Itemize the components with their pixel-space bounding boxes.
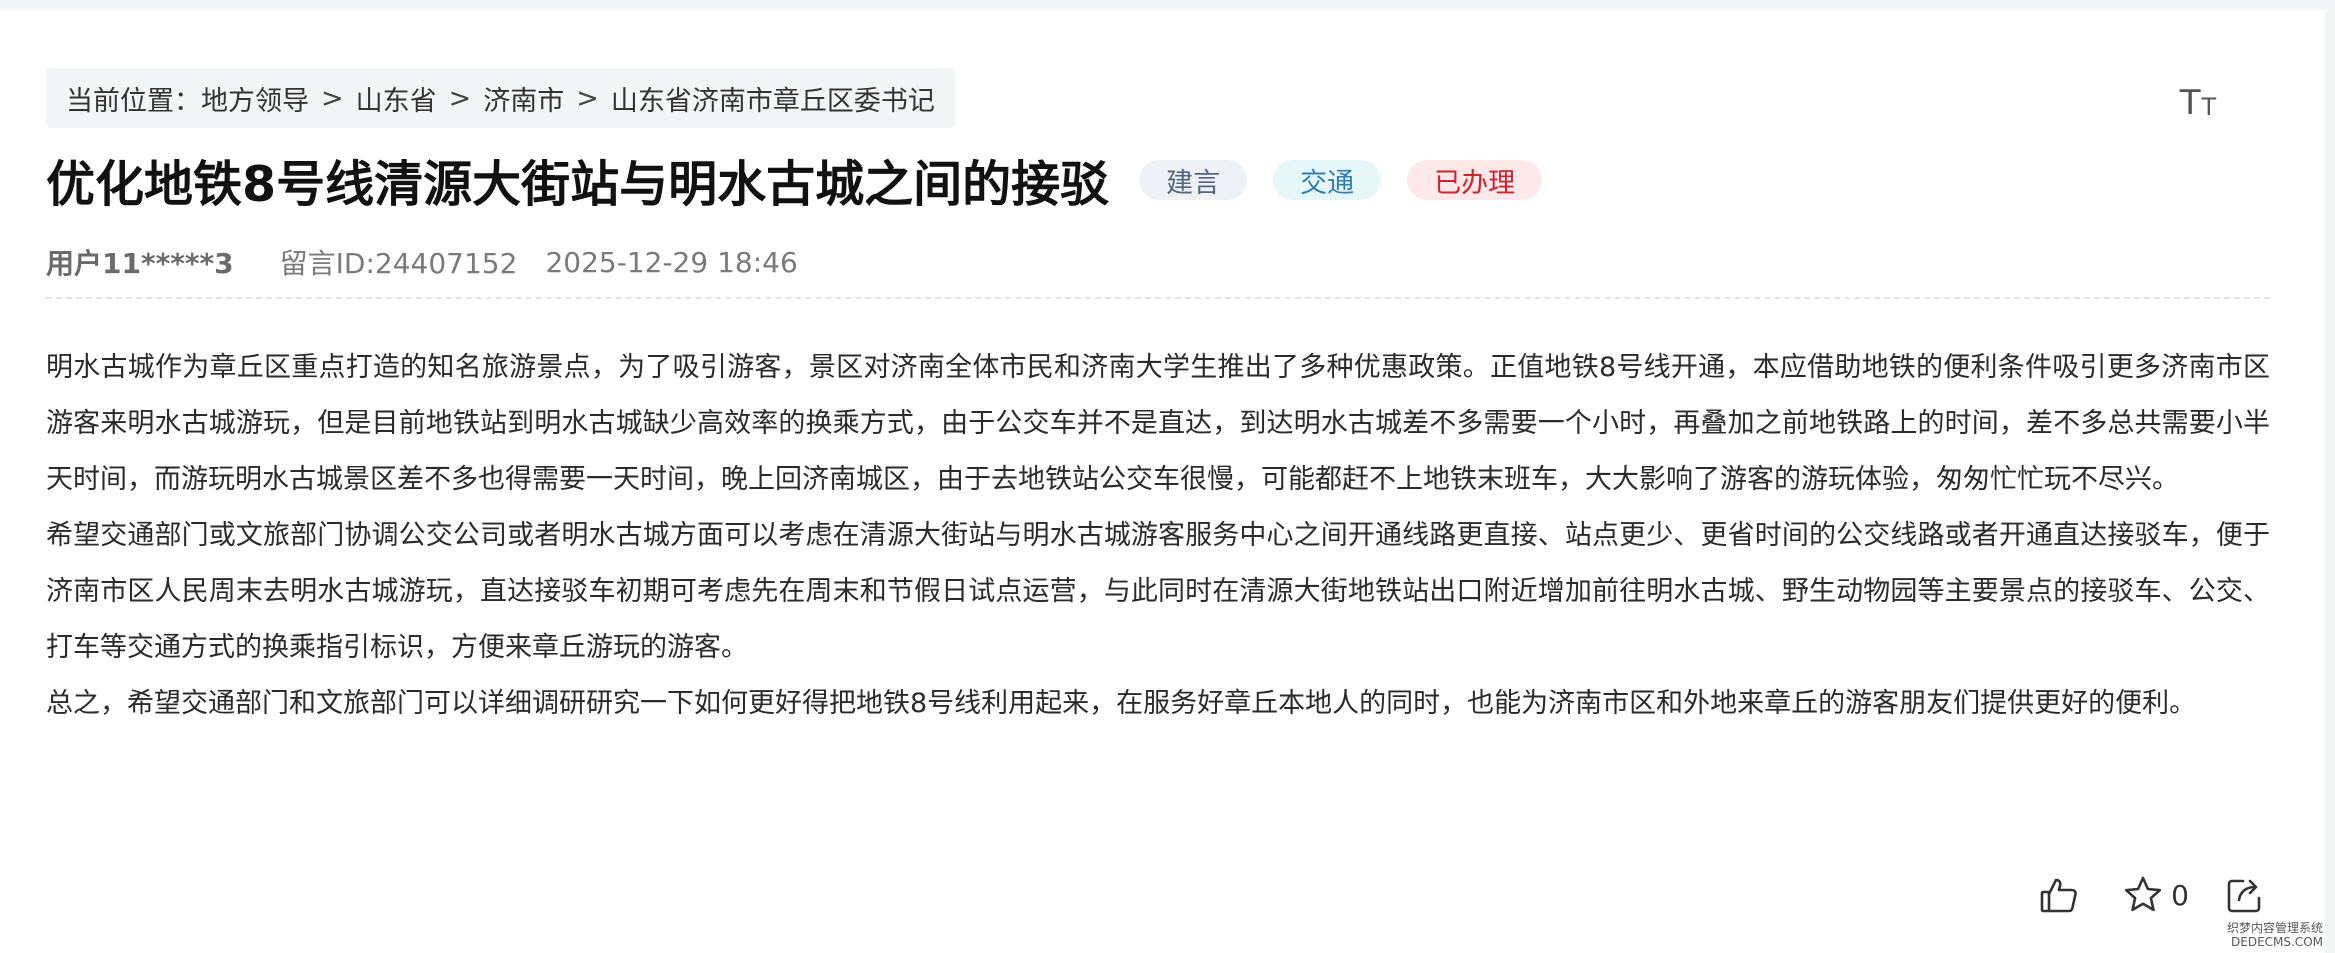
breadcrumb-item-jinan[interactable]: 济南市 — [483, 79, 564, 118]
favorite-count: 0 — [2171, 878, 2189, 912]
breadcrumb-separator: > — [448, 82, 472, 114]
breadcrumb-separator: > — [576, 82, 599, 114]
breadcrumb-item-zhangqiu-secretary[interactable]: 山东省济南市章丘区委书记 — [611, 79, 935, 118]
title-row: 优化地铁8号线清源大街站与明水古城之间的接驳 建言 交通 已办理 — [46, 145, 1543, 215]
watermark-line: 织梦内容管理系统 — [2226, 921, 2323, 935]
breadcrumb-item-local-leaders[interactable]: 地方领导 — [201, 79, 309, 118]
divider — [46, 297, 2270, 299]
message-id: 留言ID:24407152 — [279, 247, 518, 280]
watermark-line: DEDECMS.COM — [2231, 935, 2323, 949]
favorite-button[interactable]: 0 — [2123, 875, 2189, 915]
breadcrumb-item-shandong[interactable]: 山东省 — [356, 79, 437, 118]
star-icon — [2125, 876, 2162, 912]
thumbs-up-icon — [2040, 878, 2077, 913]
breadcrumb: 当前位置： 地方领导 > 山东省 > 济南市 > 山东省济南市章丘区委书记 — [46, 68, 955, 128]
page-scroll-edge — [2325, 0, 2335, 953]
page-title: 优化地铁8号线清源大街站与明水古城之间的接驳 — [46, 155, 1110, 213]
action-bar: 0 — [2039, 870, 2265, 920]
text-size-icon-small: T — [2201, 93, 2217, 121]
font-size-button[interactable]: T T — [2176, 80, 2220, 120]
watermark-logo: 织梦内容管理系统 DEDECMS.COM — [2213, 921, 2323, 949]
breadcrumb-prefix: 当前位置： — [66, 85, 201, 117]
share-icon — [2227, 879, 2261, 913]
top-strip — [0, 0, 2335, 10]
message-content: 明水古城作为章丘区重点打造的知名旅游景点，为了吸引游客，景区对济南全体市民和济南… — [46, 340, 2270, 732]
tag-category: 交通 — [1273, 160, 1382, 200]
like-button[interactable] — [2039, 875, 2079, 915]
content-paragraph: 总之，希望交通部门和文旅部门可以详细调研研究一下如何更好得把地铁8号线利用起来，… — [46, 688, 2197, 719]
author-name: 用户11*****3 — [46, 247, 234, 280]
tag-type: 建言 — [1139, 160, 1248, 200]
content-paragraph: 明水古城作为章丘区重点打造的知名旅游景点，为了吸引游客，景区对济南全体市民和济南… — [46, 352, 2270, 495]
meta-row: 用户11*****3 留言ID:24407152 2025-12-29 18:4… — [46, 240, 798, 284]
status-badge: 已办理 — [1407, 160, 1543, 200]
content-paragraph: 希望交通部门或文旅部门协调公交公司或者明水古城方面可以考虑在清源大街站与明水古城… — [46, 520, 2270, 663]
message-time: 2025-12-29 18:46 — [545, 245, 798, 279]
share-button[interactable] — [2225, 875, 2265, 915]
breadcrumb-separator: > — [321, 82, 344, 114]
text-size-icon-large: T — [2179, 83, 2201, 123]
